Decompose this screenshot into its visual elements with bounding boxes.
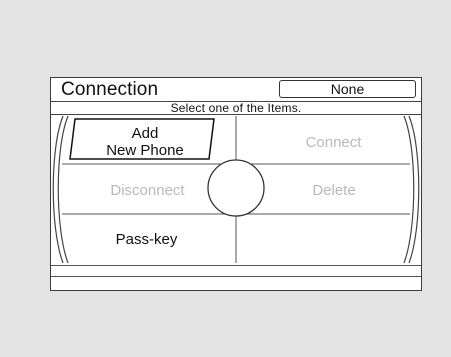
add-label-line2: New Phone [106, 142, 184, 159]
menu-item-add-new-phone[interactable]: Add New Phone [75, 125, 215, 159]
menu-item-disconnect[interactable]: Disconnect [98, 182, 197, 199]
left-outer-arc [57, 115, 69, 264]
footer-bar [51, 265, 421, 277]
add-label-line1: Add [131, 125, 159, 142]
menu-item-connect[interactable]: Connect [286, 134, 381, 151]
circle-knob-icon [207, 159, 265, 217]
right-outer-arc [403, 115, 415, 264]
menu-item-delete[interactable]: Delete [288, 182, 380, 199]
navigation-screen: Connection None Select one of the Items.… [50, 77, 422, 291]
menu-item-pass-key[interactable]: Pass-key [106, 231, 187, 248]
